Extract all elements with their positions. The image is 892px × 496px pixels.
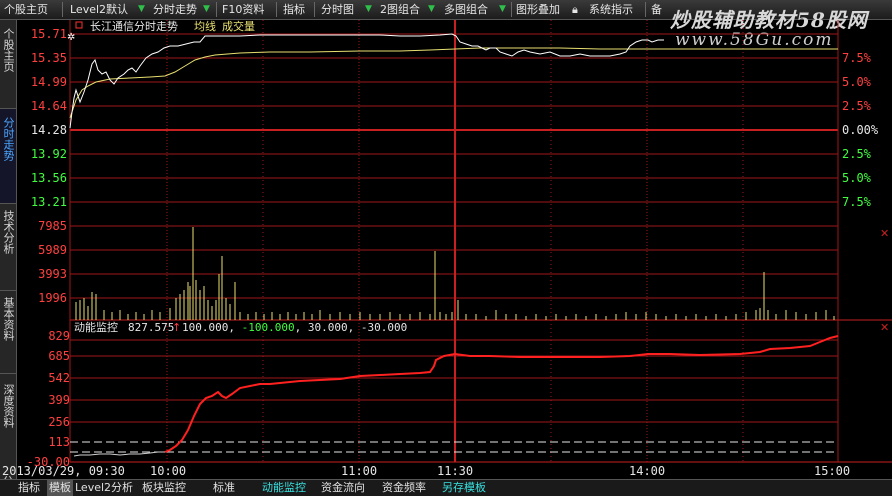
indicator-param-value: -30.000 bbox=[361, 321, 407, 334]
indicator-param-value: -100.000 bbox=[242, 321, 295, 334]
bottom-tab-level2[interactable]: Level2分析 bbox=[75, 480, 133, 496]
indicator-param-sep: , bbox=[348, 321, 361, 334]
time-label: 10:00 bbox=[150, 464, 186, 478]
settings-icon[interactable] bbox=[75, 21, 83, 29]
indicator-label: 685 bbox=[48, 349, 70, 363]
volume-axis: 7985 5989 3993 1996 bbox=[38, 219, 67, 305]
bottom-tab-fund-flow[interactable]: 资金流向 bbox=[321, 480, 365, 496]
percent-label: 5.0% bbox=[842, 75, 872, 89]
percent-label: 0.00% bbox=[842, 123, 879, 137]
close-icon[interactable]: ✕ bbox=[880, 227, 889, 240]
bottom-tab-template[interactable]: 模板 bbox=[47, 480, 73, 496]
indicator-value: 827.575 bbox=[128, 321, 174, 334]
legend-avg[interactable]: 均线 bbox=[194, 19, 216, 33]
time-label: 11:30 bbox=[437, 464, 473, 478]
price-label: 15.35 bbox=[31, 51, 67, 65]
price-label: 14.28 bbox=[31, 123, 67, 137]
price-label: 13.21 bbox=[31, 195, 67, 209]
indicator-label: 399 bbox=[48, 393, 70, 407]
gear-icon[interactable]: ✲ bbox=[67, 32, 75, 43]
time-label: 15:00 bbox=[814, 464, 850, 478]
intraday-chart[interactable]: 长江通信分时走势 均线 成交量 ✲ 15.71 15.35 14.99 14.6… bbox=[0, 0, 892, 479]
close-icon[interactable]: ✕ bbox=[880, 321, 889, 334]
indicator-line-white bbox=[73, 451, 165, 457]
indicator-label: 113 bbox=[48, 435, 70, 449]
indicator-label: 256 bbox=[48, 415, 70, 429]
percent-label: 7.5% bbox=[842, 195, 872, 209]
bottom-tab-standard[interactable]: 标准 bbox=[213, 480, 235, 496]
price-label: 14.64 bbox=[31, 99, 67, 113]
bottom-tab-fund-frequency[interactable]: 资金频率 bbox=[382, 480, 426, 496]
indicator-name[interactable]: 动能监控 bbox=[74, 320, 118, 334]
price-axis: 15.71 15.35 14.99 14.64 14.28 13.92 13.5… bbox=[31, 27, 67, 209]
volume-label: 5989 bbox=[38, 243, 67, 257]
bottom-tab-save-template[interactable]: 另存模板 bbox=[442, 480, 486, 496]
volume-label: 1996 bbox=[38, 291, 67, 305]
volume-label: 3993 bbox=[38, 267, 67, 281]
price-label: 14.99 bbox=[31, 75, 67, 89]
indicator-param-sep: , bbox=[228, 321, 241, 334]
volume-label: 7985 bbox=[38, 219, 67, 233]
date-label: 2013/03/29, 09:30 bbox=[2, 464, 125, 478]
up-arrow-icon: ↑ bbox=[172, 321, 181, 334]
percent-label: 7.5% bbox=[842, 51, 872, 65]
indicator-label: 829 bbox=[48, 329, 70, 343]
indicator-param: 100.000, -100.000, 30.000, -30.000 bbox=[182, 321, 407, 334]
price-label: 13.56 bbox=[31, 171, 67, 185]
bottom-tab-momentum[interactable]: 动能监控 bbox=[262, 480, 306, 496]
bottom-tab-sector-monitor[interactable]: 板块监控 bbox=[142, 480, 186, 496]
time-axis: 2013/03/29, 09:30 10:00 11:00 11:30 14:0… bbox=[2, 464, 850, 478]
indicator-param-value: 30.000 bbox=[308, 321, 348, 334]
indicator-param-sep: , bbox=[295, 321, 308, 334]
indicator-label: 542 bbox=[48, 371, 70, 385]
percent-axis: 7.5% 5.0% 2.5% 0.00% 2.5% 5.0% 7.5% bbox=[842, 51, 879, 209]
price-label: 15.71 bbox=[31, 27, 67, 41]
indicator-axis: 829 685 542 399 256 113 -30.00 bbox=[27, 329, 70, 469]
legend-volume[interactable]: 成交量 bbox=[222, 19, 255, 33]
chart-title: 长江通信分时走势 bbox=[90, 20, 178, 33]
indicator-param-value: 100.000 bbox=[182, 321, 228, 334]
time-label: 11:00 bbox=[341, 464, 377, 478]
bottom-tab-indicator[interactable]: 指标 bbox=[18, 480, 40, 496]
bottom-tab-bar: 指标 模板 Level2分析 板块监控 标准 动能监控 资金流向 资金频率 另存… bbox=[0, 479, 892, 496]
price-label: 13.92 bbox=[31, 147, 67, 161]
percent-label: 5.0% bbox=[842, 171, 872, 185]
percent-label: 2.5% bbox=[842, 99, 872, 113]
percent-label: 2.5% bbox=[842, 147, 872, 161]
indicator-line bbox=[164, 335, 839, 453]
time-label: 14:00 bbox=[629, 464, 665, 478]
